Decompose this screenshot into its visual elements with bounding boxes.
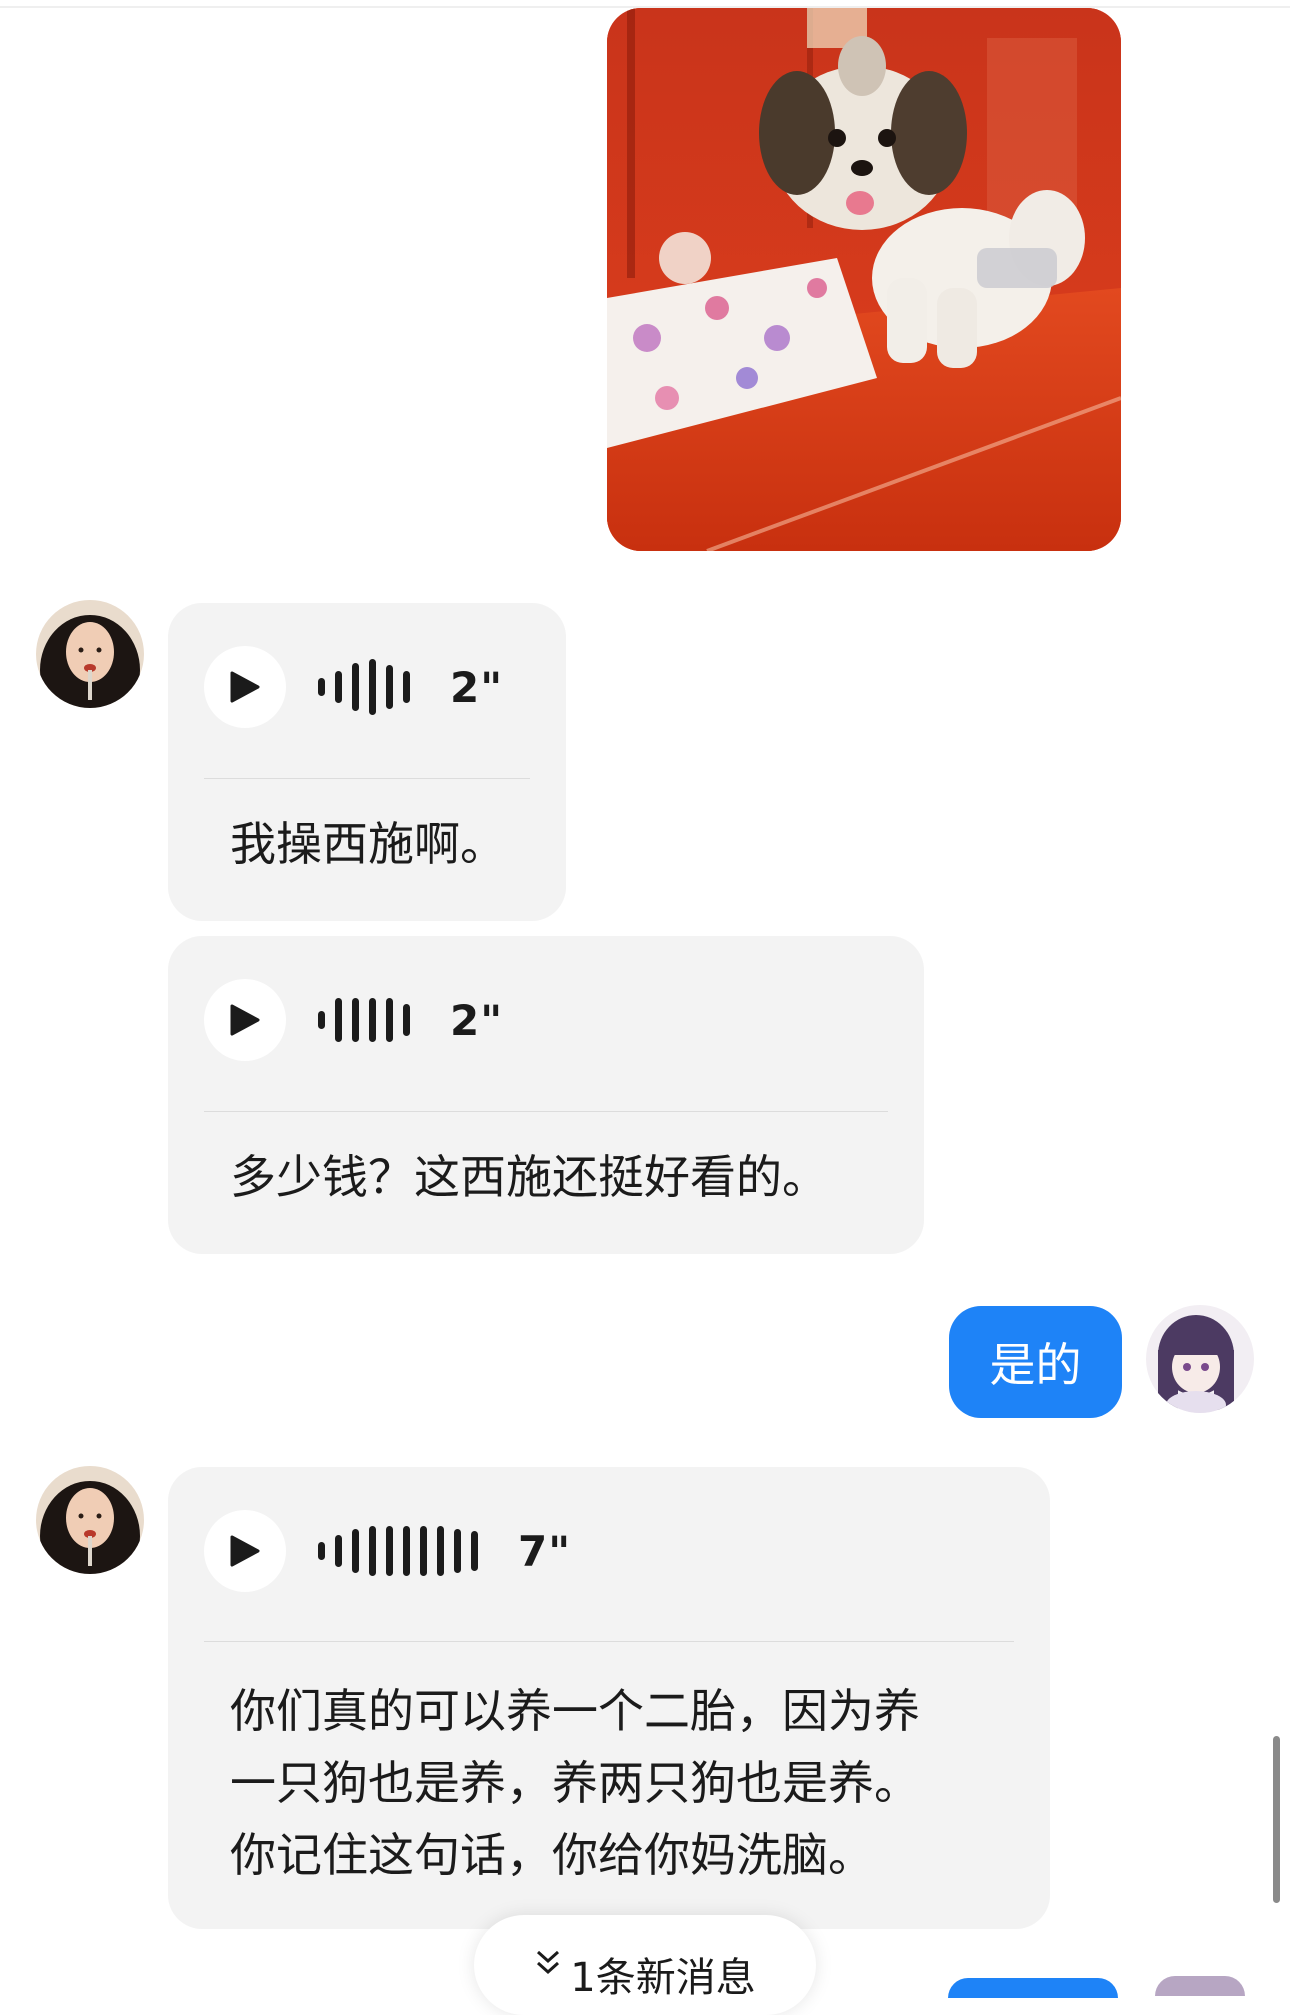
play-icon xyxy=(230,1004,260,1036)
self-avatar[interactable] xyxy=(1146,1305,1254,1413)
outgoing-text-bubble[interactable]: 是的 xyxy=(949,1306,1122,1418)
transcript-line: 你们真的可以养一个二胎，因为养 xyxy=(230,1684,920,1738)
new-message-label: 1条新消息 xyxy=(570,1955,756,2001)
shared-photo-puppy[interactable] xyxy=(607,8,1121,551)
voice-duration: 2" xyxy=(450,662,504,712)
voice-message-bubble[interactable]: 2" 我操西施啊。 xyxy=(168,603,566,921)
voice-transcript: 你们真的可以养一个二胎，因为养 一只狗也是养，养两只狗也是养。 你记住这句话，你… xyxy=(230,1675,1010,1891)
scrollbar[interactable] xyxy=(1273,1736,1280,1903)
transcript-line: 你记住这句话，你给你妈洗脑。 xyxy=(230,1828,874,1882)
play-button[interactable] xyxy=(204,979,286,1061)
new-message-indicator[interactable]: 1条新消息 xyxy=(474,1915,816,2015)
divider xyxy=(204,1111,888,1112)
sender-avatar[interactable] xyxy=(36,1466,144,1574)
voice-transcript: 多少钱？这西施还挺好看的。 xyxy=(230,1150,828,1204)
message-text: 是的 xyxy=(989,1338,1082,1392)
waveform-icon xyxy=(318,1521,478,1581)
play-icon xyxy=(230,1535,260,1567)
voice-player[interactable]: 7" xyxy=(204,1509,571,1593)
play-button[interactable] xyxy=(204,646,286,728)
outgoing-bubble-peek xyxy=(948,1978,1118,1998)
voice-transcript: 我操西施啊。 xyxy=(230,817,506,871)
divider xyxy=(204,778,530,779)
voice-duration: 2" xyxy=(450,995,504,1045)
play-icon xyxy=(230,671,260,703)
voice-player[interactable]: 2" xyxy=(204,978,503,1062)
waveform-icon xyxy=(318,657,410,717)
sender-avatar[interactable] xyxy=(36,600,144,708)
voice-player[interactable]: 2" xyxy=(204,645,503,729)
waveform-icon xyxy=(318,990,410,1050)
voice-duration: 7" xyxy=(518,1526,572,1576)
play-button[interactable] xyxy=(204,1510,286,1592)
self-avatar-peek xyxy=(1155,1976,1245,1996)
transcript-line: 一只狗也是养，养两只狗也是养。 xyxy=(230,1756,920,1810)
divider xyxy=(204,1641,1014,1642)
double-chevron-down-icon xyxy=(534,1945,562,1989)
voice-message-bubble[interactable]: 7" 你们真的可以养一个二胎，因为养 一只狗也是养，养两只狗也是养。 你记住这句… xyxy=(168,1467,1050,1929)
voice-message-bubble[interactable]: 2" 多少钱？这西施还挺好看的。 xyxy=(168,936,924,1254)
